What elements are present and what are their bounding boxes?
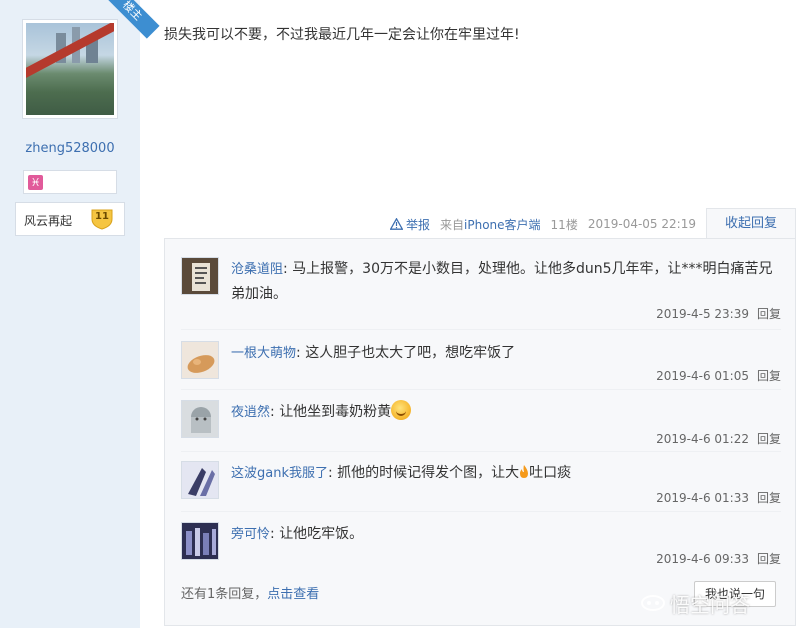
more-replies: 还有1条回复，点击查看 — [181, 583, 319, 602]
reply-divider — [181, 329, 781, 330]
reply-footer: 2019-4-5 23:39 回复 — [656, 305, 781, 322]
reply-avatar[interactable] — [181, 257, 219, 295]
post-content: 损失我可以不要，不过我最近几年一定会让你在牢里过年! — [164, 27, 520, 43]
reply-divider — [181, 389, 781, 390]
reply-item: 这波gank我服了: 抓他的时候记得发个图，让大 吐口痰 2019-4-6 01:… — [181, 461, 781, 511]
author-sidebar: 楼主 zheng528000 ♓ 风云再起 11 — [0, 0, 160, 628]
warning-icon — [390, 218, 403, 230]
reply-body: 一根大萌物: 这人胆子也太大了吧，想吃牢饭了 — [231, 341, 781, 366]
reply-footer: 2019-4-6 01:33 回复 — [656, 489, 781, 506]
smile-emoji-icon — [391, 400, 412, 420]
reply-divider — [181, 451, 781, 452]
post-time: 2019-04-05 22:19 — [587, 217, 696, 231]
reply-separator: : — [270, 404, 280, 420]
reply-button[interactable]: 回复 — [757, 432, 781, 446]
reply-list: 沧桑道阻: 马上报警，30万不是小数目，处理他。让他多dun5几年牢，让***明… — [164, 238, 796, 626]
reply-separator: : — [328, 465, 338, 481]
source-client-link[interactable]: iPhone客户端 — [464, 218, 541, 232]
post-floor: 11楼 — [550, 217, 578, 232]
author-username[interactable]: zheng528000 — [0, 141, 140, 156]
reply-footer: 2019-4-6 09:33 回复 — [656, 550, 781, 567]
fire-emoji-icon — [520, 465, 529, 478]
reply-item: 沧桑道阻: 马上报警，30万不是小数目，处理他。让他多dun5几年牢，让***明… — [181, 257, 781, 329]
zodiac-badge: ♓ — [23, 170, 117, 194]
watermark: 悟空问答 — [640, 586, 790, 620]
reply-text-before: 抓他的时候记得发个图，让大 — [337, 465, 520, 481]
reply-body: 这波gank我服了: 抓他的时候记得发个图，让大 吐口痰 — [231, 461, 781, 486]
pisces-icon: ♓ — [28, 175, 43, 190]
reply-avatar[interactable] — [181, 461, 219, 499]
reply-time: 2019-4-6 09:33 — [656, 552, 749, 566]
reply-button[interactable]: 回复 — [757, 369, 781, 383]
view-more-link[interactable]: 点击查看 — [267, 587, 319, 602]
reply-item: 夜逍然: 让他坐到毒奶粉黄 2019-4-6 01:22 回复 — [181, 400, 781, 452]
level-title: 风云再起 — [24, 214, 73, 228]
reply-body: 夜逍然: 让他坐到毒奶粉黄 — [231, 400, 781, 425]
report-label: 举报 — [406, 217, 431, 232]
wukong-logo-icon — [641, 595, 665, 611]
reply-username[interactable]: 这波gank我服了 — [231, 466, 328, 481]
reply-item: 旁可怜: 让他吃牢饭。 2019-4-6 09:33 回复 — [181, 522, 781, 574]
reply-body: 沧桑道阻: 马上报警，30万不是小数目，处理他。让他多dun5几年牢，让***明… — [231, 257, 781, 306]
reply-username[interactable]: 夜逍然 — [231, 405, 270, 420]
reply-time: 2019-4-6 01:33 — [656, 491, 749, 505]
user-level-badge[interactable]: 风云再起 11 — [15, 202, 125, 236]
reply-separator: : — [283, 261, 293, 277]
reply-button[interactable]: 回复 — [757, 491, 781, 505]
reply-separator: : — [270, 526, 280, 542]
reply-username[interactable]: 沧桑道阻 — [231, 262, 283, 277]
reply-avatar[interactable] — [181, 522, 219, 560]
reply-text: 让他坐到毒奶粉黄 — [279, 404, 392, 420]
collapse-replies-button[interactable]: 收起回复 — [706, 208, 796, 239]
reply-separator: : — [296, 345, 306, 361]
reply-footer: 2019-4-6 01:05 回复 — [656, 367, 781, 384]
reply-time: 2019-4-6 01:22 — [656, 432, 749, 446]
reply-text-after: 吐口痰 — [529, 465, 572, 481]
report-button[interactable]: 举报 — [390, 216, 430, 233]
reply-button[interactable]: 回复 — [757, 552, 781, 566]
reply-time: 2019-4-6 01:05 — [656, 369, 749, 383]
reply-button[interactable]: 回复 — [757, 307, 781, 321]
reply-text: 让他吃牢饭。 — [279, 526, 364, 542]
reply-username[interactable]: 旁可怜 — [231, 527, 270, 542]
level-shield-icon: 11 — [90, 208, 114, 230]
reply-avatar[interactable] — [181, 400, 219, 438]
reply-text: 马上报警，30万不是小数目，处理他。让他多dun5几年牢，让***明白痛苦兄弟加… — [231, 261, 773, 302]
watermark-text: 悟空问答 — [670, 592, 750, 617]
post-meta-bar: 举报 来自iPhone客户端 11楼 2019-04-05 22:19 — [390, 214, 696, 234]
more-replies-text: 还有1条回复， — [181, 587, 268, 602]
reply-item: 一根大萌物: 这人胆子也太大了吧，想吃牢饭了 2019-4-6 01:05 回复 — [181, 341, 781, 391]
level-number: 11 — [95, 211, 109, 222]
reply-body: 旁可怜: 让他吃牢饭。 — [231, 522, 781, 547]
reply-avatar[interactable] — [181, 341, 219, 379]
reply-text: 这人胆子也太大了吧，想吃牢饭了 — [305, 345, 516, 361]
avatar-image — [26, 23, 114, 115]
author-avatar[interactable] — [22, 19, 118, 119]
reply-footer: 2019-4-6 01:22 回复 — [656, 430, 781, 447]
reply-divider — [181, 511, 781, 512]
reply-username[interactable]: 一根大萌物 — [231, 346, 296, 361]
post-source: 来自iPhone客户端 — [440, 217, 541, 232]
reply-time: 2019-4-5 23:39 — [656, 307, 749, 321]
